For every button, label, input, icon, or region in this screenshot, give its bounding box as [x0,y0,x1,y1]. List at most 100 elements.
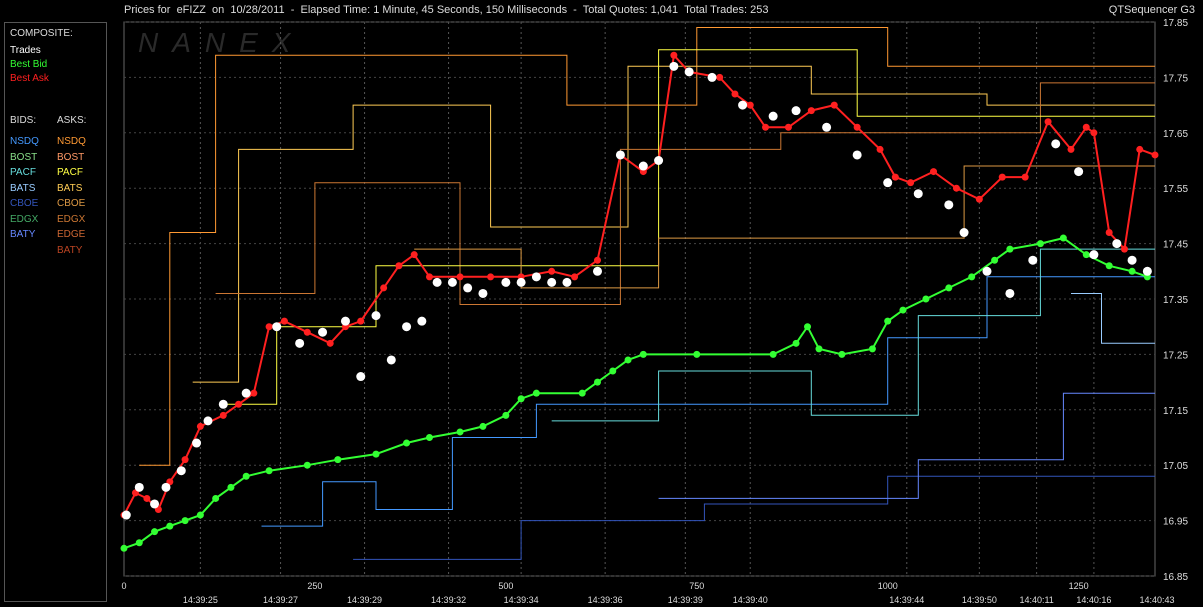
best-ask-point [998,173,1006,181]
best-ask-point [670,51,678,59]
best-ask-point [731,90,739,98]
best-ask-point [548,267,556,275]
trade-point [432,277,442,287]
best-bid-point [693,350,701,358]
trade-point [562,277,572,287]
trade-point [192,438,202,448]
best-ask-point [1136,145,1144,153]
trade-point [1089,250,1099,260]
best-ask-point [952,184,960,192]
y-tick-label: 17.85 [1163,18,1188,29]
best-bid-point [265,467,273,475]
trade-point [531,272,541,282]
x-tick-label: 1000 [878,581,898,591]
trade-point [654,156,664,165]
y-tick-label: 17.65 [1163,129,1188,140]
trade-point [913,189,923,199]
best-bid-point [120,544,128,552]
time-label: 14:39:29 [347,595,382,605]
best-ask-point [930,168,938,176]
y-tick-label: 17.45 [1163,240,1188,251]
best-ask-point [357,317,365,325]
x-tick-label: 750 [689,581,704,591]
best-ask-point [830,101,838,109]
best-bid-point [624,356,632,364]
time-label: 14:40:16 [1076,595,1111,605]
best-ask-point [1082,123,1090,131]
x-tick-label: 0 [121,581,126,591]
best-bid-point [517,395,525,403]
y-tick-label: 17.35 [1163,295,1188,306]
best-bid-point [196,511,204,519]
best-bid-point [334,456,342,464]
trade-point [417,316,427,326]
best-ask-point [876,145,884,153]
best-bid-point [151,528,159,536]
trade-point [371,311,381,321]
best-ask-point [265,323,273,331]
best-bid-point [922,295,930,303]
trade-point [134,482,144,492]
trade-point [1142,266,1152,276]
time-label: 14:39:34 [504,595,539,605]
trade-point [944,200,954,210]
best-bid-point [372,450,380,458]
trade-point [463,283,473,293]
trade-point [592,266,602,276]
trade-point [447,277,457,287]
trade-point [176,466,186,476]
trade-point [738,100,748,110]
best-bid-point [1006,245,1014,253]
trade-point [1005,288,1015,298]
time-label: 14:39:50 [962,595,997,605]
best-ask-point [395,262,403,270]
time-label: 14:39:40 [733,595,768,605]
best-bid-point [945,284,953,292]
best-bid-point [899,306,907,314]
price-chart: NANEX 17.85 17.75 17.65 17.55 17.45 17.35 17.25… [120,18,1188,605]
best-bid-point [1105,262,1113,270]
trade-point [478,288,488,298]
y-tick-label: 16.95 [1163,517,1188,528]
best-bid-point [792,339,800,347]
trade-point [218,399,228,409]
y-tick-label: 17.05 [1163,461,1188,472]
best-ask-point [250,389,258,397]
best-ask-point [593,256,601,264]
trade-point [547,277,557,287]
trade-point [684,67,694,77]
trade-point [768,111,778,121]
best-bid-point [804,323,812,331]
best-bid-point [502,411,510,419]
best-bid-point [135,539,143,547]
best-ask-point [716,73,724,81]
best-ask-point [746,101,754,109]
best-bid-point [884,317,892,325]
best-ask-point [1044,118,1052,126]
trade-point [883,178,893,188]
best-ask-point [907,179,915,187]
time-label: 14:39:32 [431,595,466,605]
best-ask-point [891,173,899,181]
best-bid-point [838,350,846,358]
time-label: 14:40:43 [1139,595,1174,605]
time-label: 14:39:44 [889,595,924,605]
trade-point [959,228,969,238]
trade-point [295,338,305,348]
trade-point [1127,255,1137,265]
y-tick-label: 17.75 [1163,73,1188,84]
time-label: 14:40:11 [1019,595,1053,605]
trade-point [161,482,171,492]
trade-point [638,161,648,171]
best-ask-point [975,195,983,203]
best-ask-point [1067,145,1075,153]
best-ask-point [1021,173,1029,181]
trade-point [272,322,282,332]
best-bid-point [968,273,976,281]
trade-point [822,122,832,132]
best-ask-point [326,339,334,347]
y-tick-label: 17.15 [1163,406,1188,417]
best-bid-point [1059,234,1067,242]
best-ask-point [1105,229,1113,237]
best-ask-point [853,123,861,131]
